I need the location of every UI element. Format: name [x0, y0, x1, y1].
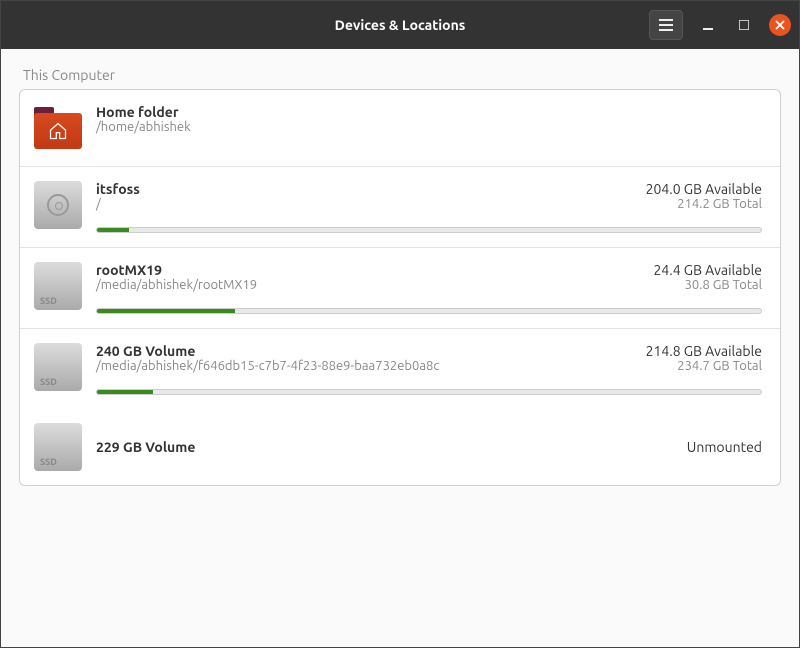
- item-total: 234.7 GB Total: [646, 359, 762, 373]
- disk-icon: [34, 181, 82, 229]
- content-area: This Computer: [1, 49, 799, 647]
- item-available: 204.0 GB Available: [646, 181, 762, 197]
- usage-progress: [96, 227, 762, 233]
- home-folder-icon: [34, 104, 82, 152]
- item-title: 229 GB Volume: [96, 439, 195, 455]
- house-icon: [48, 121, 68, 141]
- devices-panel: Home folder /home/abhishek itsfoss/ 204.0…: [19, 89, 781, 486]
- item-status: Unmounted: [687, 439, 762, 455]
- item-available: 24.4 GB Available: [653, 262, 762, 278]
- home-folder-item[interactable]: Home folder /home/abhishek: [20, 90, 780, 167]
- usage-progress: [96, 389, 762, 395]
- ssd-icon: SSD: [34, 262, 82, 310]
- ssd-icon: SSD: [34, 423, 82, 471]
- volume-item[interactable]: SSD 240 GB Volume/media/abhishek/f646db15…: [20, 329, 780, 409]
- item-path: /home/abhishek: [96, 120, 191, 134]
- item-total: 30.8 GB Total: [653, 278, 762, 292]
- ssd-icon: SSD: [34, 343, 82, 391]
- item-total: 214.2 GB Total: [646, 197, 762, 211]
- minimize-icon: [703, 20, 713, 30]
- item-available: 214.8 GB Available: [646, 343, 762, 359]
- item-title: rootMX19: [96, 262, 257, 278]
- usage-progress: [96, 308, 762, 314]
- volume-item-unmounted[interactable]: SSD 229 GB Volume Unmounted: [20, 409, 780, 485]
- close-button[interactable]: [769, 14, 791, 36]
- volume-item[interactable]: itsfoss/ 204.0 GB Available214.2 GB Total: [20, 167, 780, 248]
- window-title: Devices & Locations: [335, 17, 466, 33]
- item-path: /media/abhishek/rootMX19: [96, 278, 257, 292]
- item-path: /: [96, 197, 140, 211]
- close-icon: [775, 20, 785, 30]
- minimize-button[interactable]: [697, 14, 719, 36]
- section-title: This Computer: [19, 67, 781, 83]
- item-path: /media/abhishek/f646db15-c7b7-4f23-88e9-…: [96, 359, 439, 373]
- hamburger-menu-button[interactable]: [649, 10, 683, 40]
- maximize-icon: [739, 20, 749, 30]
- item-title: itsfoss: [96, 181, 140, 197]
- hamburger-icon: [659, 19, 673, 31]
- maximize-button[interactable]: [733, 14, 755, 36]
- item-title: Home folder: [96, 104, 191, 120]
- titlebar: Devices & Locations: [1, 1, 799, 49]
- volume-item[interactable]: SSD rootMX19/media/abhishek/rootMX19 24.4 …: [20, 248, 780, 329]
- item-title: 240 GB Volume: [96, 343, 439, 359]
